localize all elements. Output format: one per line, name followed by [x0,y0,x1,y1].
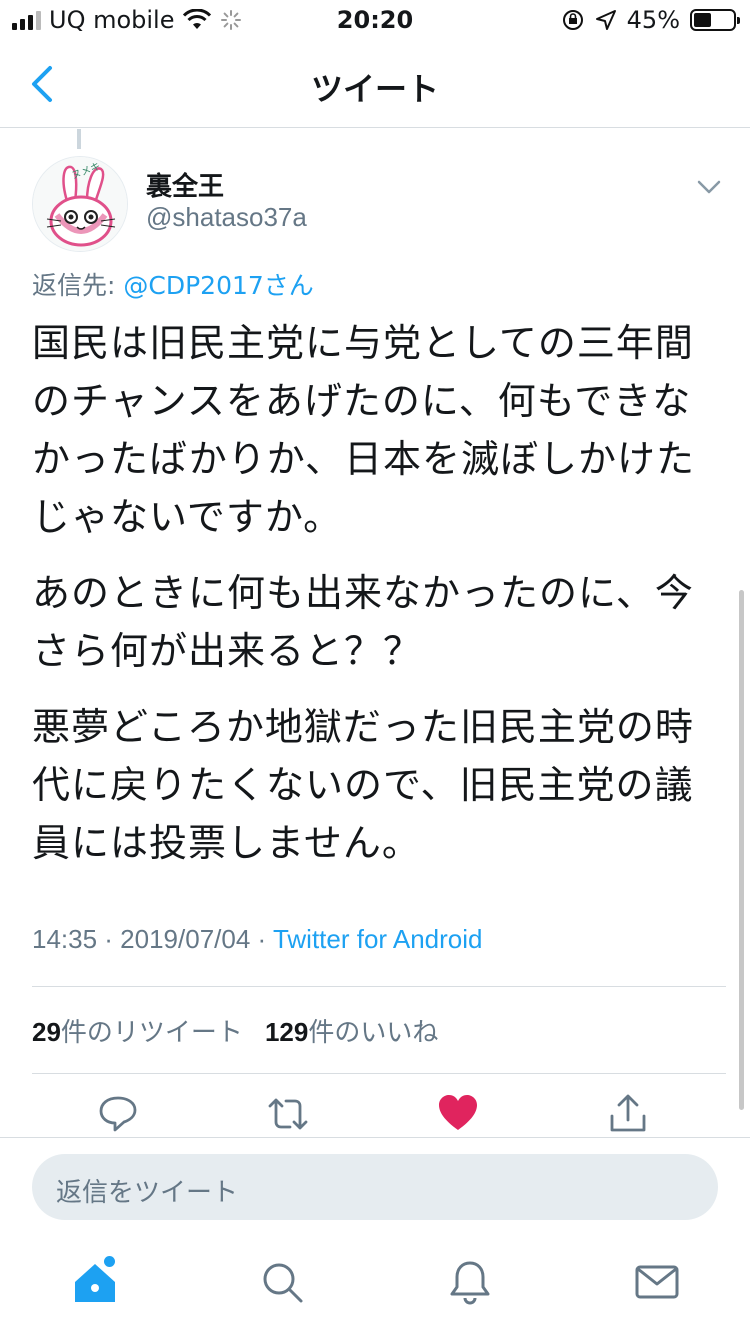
heart-icon[interactable] [436,1092,480,1136]
tweet-meta: 14:35 · 2019/07/04 · Twitter for Android [32,924,482,955]
like-stat[interactable]: 129件のいいね [265,1012,438,1049]
reply-placeholder: 返信をツイート [56,1178,239,1208]
chevron-down-icon[interactable] [694,172,724,202]
search-icon[interactable] [258,1258,306,1306]
tweet-source-link[interactable]: Twitter for Android [273,924,483,954]
retweet-icon[interactable] [266,1092,310,1136]
reply-prefix: 返信先: [32,271,124,300]
battery-percent: 45% [626,6,680,34]
tweet-paragraph-2: あのときに何も出来なかったのに、今さら何が出来ると？？ [32,571,694,673]
home-notification-dot [104,1256,115,1267]
tweet-timestamp: 14:35 · 2019/07/04 · [32,924,273,954]
mail-icon[interactable] [633,1258,681,1306]
divider [0,1137,750,1138]
display-name[interactable]: 裏全王 [146,166,224,203]
location-icon [595,10,616,30]
retweet-stat[interactable]: 29件のリツイート [32,1012,243,1049]
avatar[interactable]: ヌメキ [32,156,128,252]
like-label: 件のいいね [308,1018,439,1048]
tweet-paragraph-1: 国民は旧民主党に与党としての三年間のチャンスをあげたのに、何もできなかったばかり… [32,321,696,539]
reply-icon[interactable] [96,1092,140,1136]
divider [32,1073,726,1074]
tweet-text: 国民は旧民主党に与党としての三年間のチャンスをあげたのに、何もできなかったばかり… [32,314,722,890]
tweet-paragraph-3: 悪夢どころか地獄だった旧民主党の時代に戻りたくないので、旧民主党の議員には投票し… [32,705,694,865]
orientation-lock-icon [562,10,583,30]
bell-icon[interactable] [446,1258,494,1306]
page-title: ツイート [310,70,439,108]
nav-header: ツイート [0,40,750,128]
thread-connector [77,129,81,149]
divider [32,986,726,987]
reply-mention-link[interactable]: @CDP2017さん [123,271,313,300]
battery-fill [694,13,712,27]
tweet-stats: 29件のリツイート 129件のいいね [32,1012,438,1049]
share-icon[interactable] [606,1092,650,1136]
retweet-count: 29 [32,1017,61,1047]
tab-bar [0,1240,750,1334]
status-right: 45% [561,6,740,34]
reply-input[interactable]: 返信をツイート [32,1154,718,1220]
tweet-actions [0,1092,750,1142]
retweet-label: 件のリツイート [60,1018,243,1048]
reply-to: 返信先: @CDP2017さん [32,266,314,302]
like-count: 129 [264,1017,309,1047]
user-handle[interactable]: @shataso37a [146,202,307,233]
rabbit-avatar-icon: ヌメキ [33,157,127,251]
status-bar: UQ mobile 20:20 45% [0,0,750,40]
scrollbar[interactable] [739,590,744,1110]
battery-icon [690,9,740,31]
